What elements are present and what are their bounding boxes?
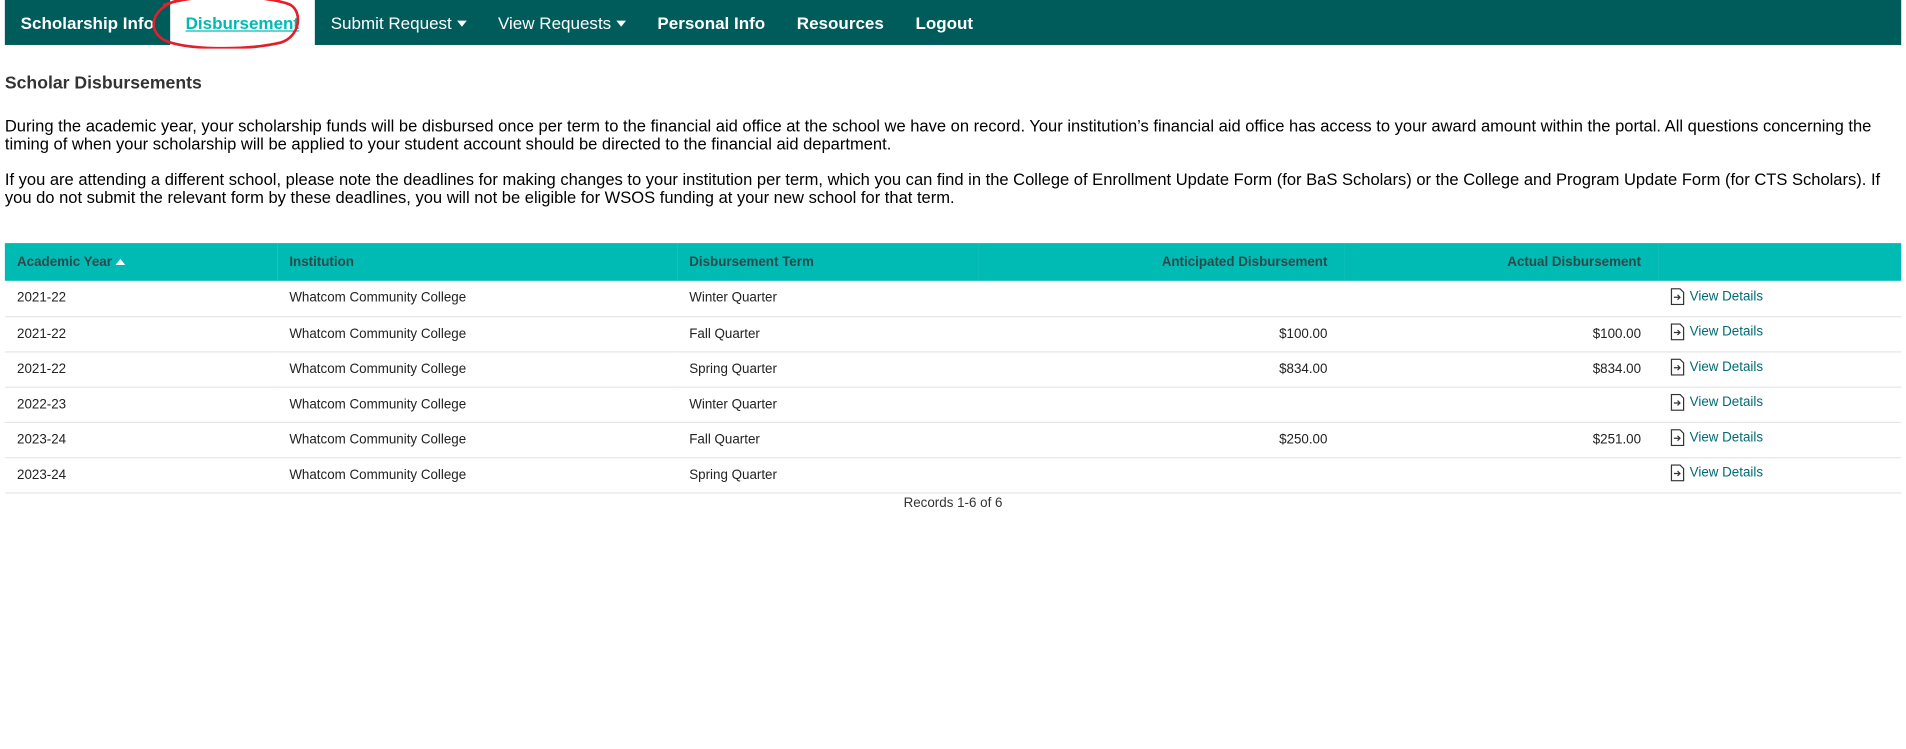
view-details-label: View Details — [1689, 324, 1764, 340]
cell-term: Spring Quarter — [689, 467, 777, 482]
view-details-link[interactable]: View Details — [1670, 287, 1764, 305]
table-row: 2023-24 Whatcom Community College Spring… — [4, 457, 1902, 493]
cell-anticipated — [979, 457, 1345, 492]
header-institution[interactable]: Institution — [277, 243, 677, 281]
view-details-link[interactable]: View Details — [1670, 393, 1764, 411]
cell-term: Winter Quarter — [689, 290, 777, 306]
caret-down-icon — [616, 20, 626, 27]
view-details-label: View Details — [1689, 395, 1764, 410]
cell-actual — [1344, 387, 1658, 422]
nav-label: Personal Info — [657, 12, 766, 33]
cell-action: View Details — [1658, 422, 1901, 457]
cell-anticipated: $250.00 — [1279, 432, 1328, 447]
view-details-link[interactable]: View Details — [1670, 429, 1764, 447]
nav-label: Scholarship Info — [20, 12, 155, 33]
disbursement-table: Academic Year Institution Disbursement T… — [4, 243, 1902, 493]
cell-institution: Whatcom Community College — [289, 467, 467, 482]
document-arrow-icon — [1670, 358, 1685, 376]
header-label: Actual Disbursement — [1507, 254, 1642, 270]
table-header-row: Academic Year Institution Disbursement T… — [4, 243, 1902, 281]
cell-institution: Whatcom Community College — [289, 396, 467, 412]
intro-paragraph: During the academic year, your scholarsh… — [4, 116, 1872, 154]
cell-year: 2023-24 — [17, 432, 67, 447]
cell-institution: Whatcom Community College — [289, 432, 467, 447]
document-arrow-icon — [1670, 429, 1685, 447]
table-row: 2021-22 Whatcom Community College Fall Q… — [4, 316, 1902, 352]
deadline-paragraph: If you are attending a different school,… — [4, 170, 1881, 207]
cell-action: View Details — [1658, 281, 1901, 316]
nav-label: Logout — [915, 12, 974, 33]
header-anticipated[interactable]: Anticipated Disbursement — [979, 243, 1345, 281]
cell-term: Winter Quarter — [689, 396, 777, 412]
cell-institution: Whatcom Community College — [289, 290, 467, 306]
cell-anticipated — [979, 387, 1345, 422]
cell-actual: $100.00 — [1592, 326, 1642, 341]
header-label: Institution — [289, 254, 354, 270]
sort-ascending-icon — [115, 258, 126, 265]
page-title: Scholar Disbursements — [4, 74, 202, 94]
header-label: Anticipated Disbursement — [1161, 254, 1328, 270]
table-row: 2023-24 Whatcom Community College Fall Q… — [4, 422, 1902, 458]
table-row: 2021-22 Whatcom Community College Spring… — [4, 351, 1902, 387]
records-count: Records 1-6 of 6 — [903, 495, 1003, 511]
nav-disbursement[interactable]: Disbursement — [169, 0, 315, 45]
cell-year: 2022-23 — [17, 396, 67, 412]
view-details-link[interactable]: View Details — [1670, 323, 1764, 341]
nav-personal-info[interactable]: Personal Info — [642, 0, 781, 45]
top-nav: Scholarship Info Disbursement Submit Req… — [4, 0, 1902, 45]
header-academic-year[interactable]: Academic Year — [5, 243, 277, 281]
cell-actual: $834.00 — [1592, 361, 1642, 377]
nav-label: View Requests — [497, 12, 612, 33]
cell-term: Fall Quarter — [689, 432, 760, 447]
document-arrow-icon — [1670, 393, 1685, 411]
cell-year: 2021-22 — [17, 290, 67, 306]
view-details-label: View Details — [1689, 465, 1764, 481]
cell-institution: Whatcom Community College — [289, 326, 467, 341]
cell-actual — [1344, 281, 1658, 316]
cell-action: View Details — [1658, 316, 1901, 351]
cell-actual — [1344, 457, 1658, 492]
cell-term: Spring Quarter — [689, 361, 777, 377]
caret-down-icon — [456, 20, 467, 27]
cell-action: View Details — [1658, 351, 1901, 386]
document-arrow-icon — [1670, 287, 1685, 305]
view-details-label: View Details — [1689, 430, 1764, 445]
cell-action: View Details — [1658, 387, 1901, 422]
nav-label: Resources — [796, 12, 884, 33]
cell-term: Fall Quarter — [689, 326, 760, 341]
cell-actual: $251.00 — [1592, 432, 1642, 447]
nav-scholarship-info[interactable]: Scholarship Info — [5, 0, 170, 45]
header-label: Academic Year — [17, 254, 112, 270]
nav-label: Submit Request — [330, 12, 452, 33]
view-details-label: View Details — [1689, 289, 1764, 304]
cell-institution: Whatcom Community College — [289, 361, 467, 377]
header-actual[interactable]: Actual Disbursement — [1344, 243, 1658, 281]
cell-anticipated: $834.00 — [1279, 361, 1328, 377]
cell-year: 2021-22 — [17, 326, 67, 341]
view-details-link[interactable]: View Details — [1670, 358, 1764, 376]
nav-submit-request[interactable]: Submit Request — [315, 0, 482, 45]
header-actions — [1658, 243, 1901, 281]
cell-year: 2023-24 — [17, 467, 67, 482]
cell-anticipated: $100.00 — [1279, 326, 1328, 341]
cell-year: 2021-22 — [17, 361, 67, 377]
table-row: 2022-23 Whatcom Community College Winter… — [4, 387, 1902, 422]
nav-logout[interactable]: Logout — [900, 0, 989, 45]
cell-action: View Details — [1658, 457, 1901, 492]
header-term[interactable]: Disbursement Term — [677, 243, 978, 281]
document-arrow-icon — [1670, 323, 1685, 341]
document-arrow-icon — [1670, 464, 1685, 482]
header-label: Disbursement Term — [689, 254, 814, 270]
nav-label: Disbursement — [185, 12, 300, 33]
nav-view-requests[interactable]: View Requests — [482, 0, 641, 45]
table-row: 2021-22 Whatcom Community College Winter… — [4, 281, 1902, 317]
view-details-link[interactable]: View Details — [1670, 464, 1764, 482]
cell-anticipated — [979, 281, 1345, 316]
view-details-label: View Details — [1689, 359, 1764, 375]
nav-resources[interactable]: Resources — [781, 0, 900, 45]
